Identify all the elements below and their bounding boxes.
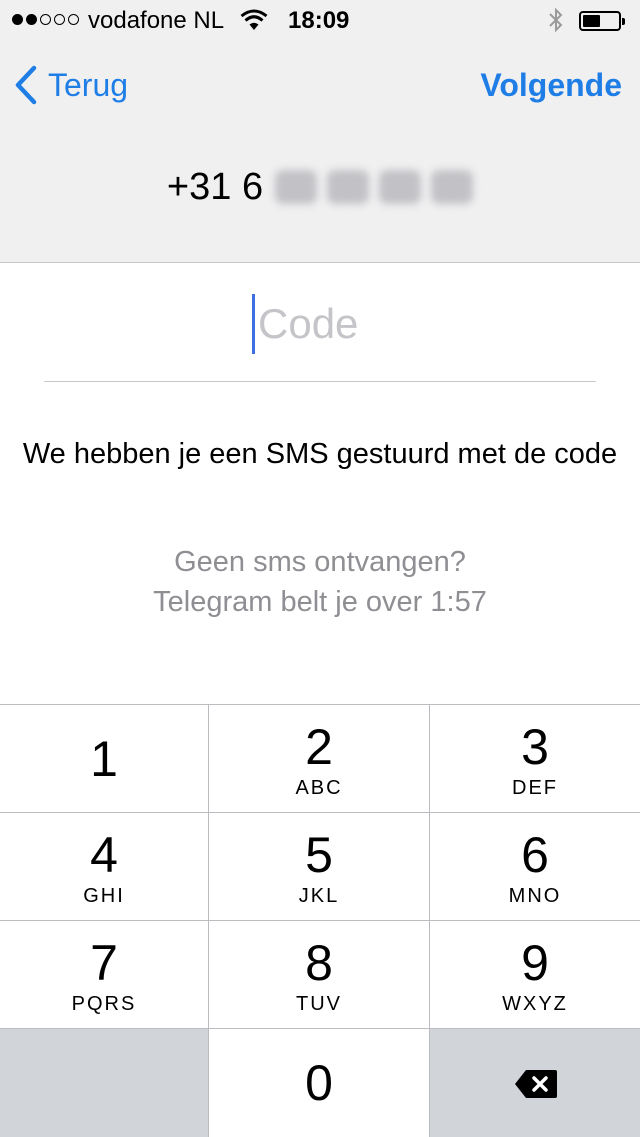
key-6[interactable]: 6 MNO (430, 813, 640, 921)
key-digit: 7 (90, 935, 118, 991)
key-digit: 2 (305, 719, 333, 775)
status-bar: vodafone NL 18:09 (0, 0, 640, 40)
code-field[interactable] (0, 292, 640, 356)
signal-dot (40, 14, 51, 25)
battery-nub (622, 18, 625, 25)
key-digit: 8 (305, 935, 333, 991)
signal-dot (68, 14, 79, 25)
key-0[interactable]: 0 (209, 1029, 430, 1137)
key-digit: 4 (90, 827, 118, 883)
key-digit: 0 (305, 1055, 333, 1111)
status-time: 18:09 (288, 7, 350, 34)
key-digit: 1 (90, 731, 118, 787)
key-digit: 3 (521, 719, 549, 775)
redacted-block (431, 170, 474, 204)
no-sms-text: Geen sms ontvangen? (174, 546, 466, 578)
signal-dot (54, 14, 65, 25)
delete-key[interactable] (430, 1029, 640, 1137)
key-letters: DEF (512, 777, 558, 799)
signal-strength-icon (12, 14, 79, 25)
key-3[interactable]: 3 DEF (430, 705, 640, 813)
phone-number-redacted (275, 170, 474, 204)
battery-fill (583, 15, 600, 27)
carrier-name: vodafone NL (88, 7, 225, 34)
key-letters: GHI (83, 885, 125, 907)
call-countdown-text: Telegram belt je over 1:57 (153, 586, 487, 618)
numeric-keypad: 1 2 ABC 3 DEF 4 GHI 5 JKL 6 MNO 7 PQRS 8… (0, 704, 640, 1137)
key-letters: TUV (296, 993, 342, 1015)
signal-dot (12, 14, 23, 25)
redacted-block (379, 170, 422, 204)
bluetooth-icon (548, 7, 564, 40)
key-letters: MNO (508, 885, 562, 907)
back-button[interactable]: Terug (14, 60, 128, 110)
key-digit: 9 (521, 935, 549, 991)
redacted-block (275, 170, 318, 204)
backspace-icon (515, 1070, 557, 1098)
key-7[interactable]: 7 PQRS (0, 921, 209, 1029)
key-1[interactable]: 1 (0, 705, 209, 813)
sms-sent-message: We hebben je een SMS gestuurd met de cod… (22, 438, 618, 470)
code-underline (44, 381, 596, 382)
phone-prefix: +31 6 (166, 165, 264, 208)
resend-info: Geen sms ontvangen? Telegram belt je ove… (20, 542, 620, 622)
header-area: vodafone NL 18:09 Terug Volgende +31 6 (0, 0, 640, 263)
redacted-block (327, 170, 370, 204)
key-8[interactable]: 8 TUV (209, 921, 430, 1029)
key-2[interactable]: 2 ABC (209, 705, 430, 813)
key-digit: 6 (521, 827, 549, 883)
key-letters: ABC (295, 777, 343, 799)
back-label: Terug (48, 66, 129, 103)
key-letters: JKL (298, 885, 340, 907)
code-input[interactable] (258, 300, 388, 348)
key-empty (0, 1029, 209, 1137)
chevron-left-icon (15, 65, 37, 105)
next-button[interactable]: Volgende (480, 60, 622, 110)
key-4[interactable]: 4 GHI (0, 813, 209, 921)
text-cursor (252, 294, 255, 354)
signal-dot (26, 14, 37, 25)
next-label: Volgende (480, 66, 622, 103)
key-letters: PQRS (71, 993, 137, 1015)
phone-number: +31 6 (0, 162, 640, 212)
battery-icon (579, 11, 625, 31)
key-letters: WXYZ (502, 993, 568, 1015)
wifi-icon (240, 9, 268, 38)
key-5[interactable]: 5 JKL (209, 813, 430, 921)
key-9[interactable]: 9 WXYZ (430, 921, 640, 1029)
key-digit: 5 (305, 827, 333, 883)
